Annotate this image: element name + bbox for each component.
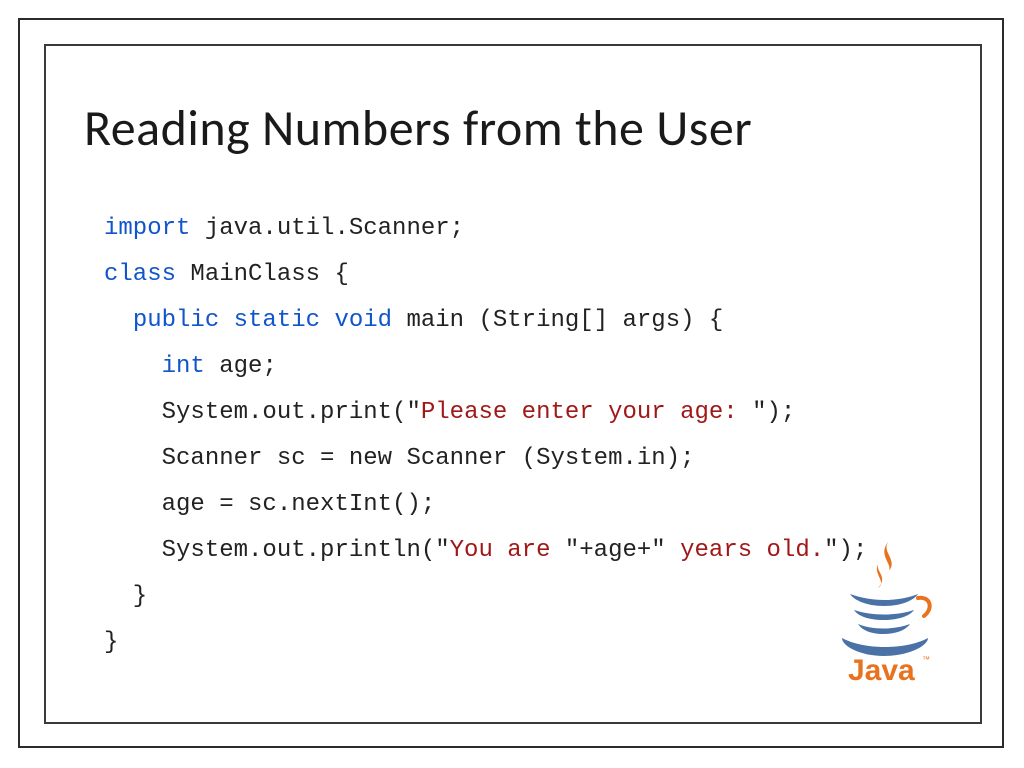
code-text: Scanner sc = new Scanner (System.in); xyxy=(104,445,695,472)
code-indent xyxy=(104,353,162,380)
code-text: age = sc.nextInt(); xyxy=(104,491,435,518)
string-literal: years old. xyxy=(666,537,824,564)
code-text: System.out.println(" xyxy=(104,537,450,564)
keyword-int: int xyxy=(162,353,205,380)
inner-frame: Reading Numbers from the User import jav… xyxy=(44,44,982,724)
code-text: "+age+" xyxy=(565,537,666,564)
code-indent xyxy=(104,307,133,334)
code-text: MainClass { xyxy=(176,261,349,288)
keyword-import: import xyxy=(104,215,190,242)
string-literal: Please enter your age: xyxy=(421,399,752,426)
code-text: main (String[] args) { xyxy=(392,307,723,334)
code-text: System.out.print(" xyxy=(104,399,421,426)
java-tm: ™ xyxy=(922,655,930,664)
code-text: "); xyxy=(752,399,795,426)
code-text: age; xyxy=(205,353,277,380)
outer-frame: Reading Numbers from the User import jav… xyxy=(18,18,1004,748)
keyword-class: class xyxy=(104,261,176,288)
slide-title: Reading Numbers from the User xyxy=(84,98,752,159)
code-text: } xyxy=(104,583,147,610)
code-text: } xyxy=(104,629,118,656)
string-literal: You are xyxy=(450,537,565,564)
keyword-modifiers: public static void xyxy=(133,307,392,334)
code-block: import java.util.Scanner; class MainClas… xyxy=(104,206,867,666)
java-wordmark: Java xyxy=(848,654,915,684)
java-logo-icon: Java ™ xyxy=(828,534,938,684)
code-text: java.util.Scanner; xyxy=(190,215,464,242)
